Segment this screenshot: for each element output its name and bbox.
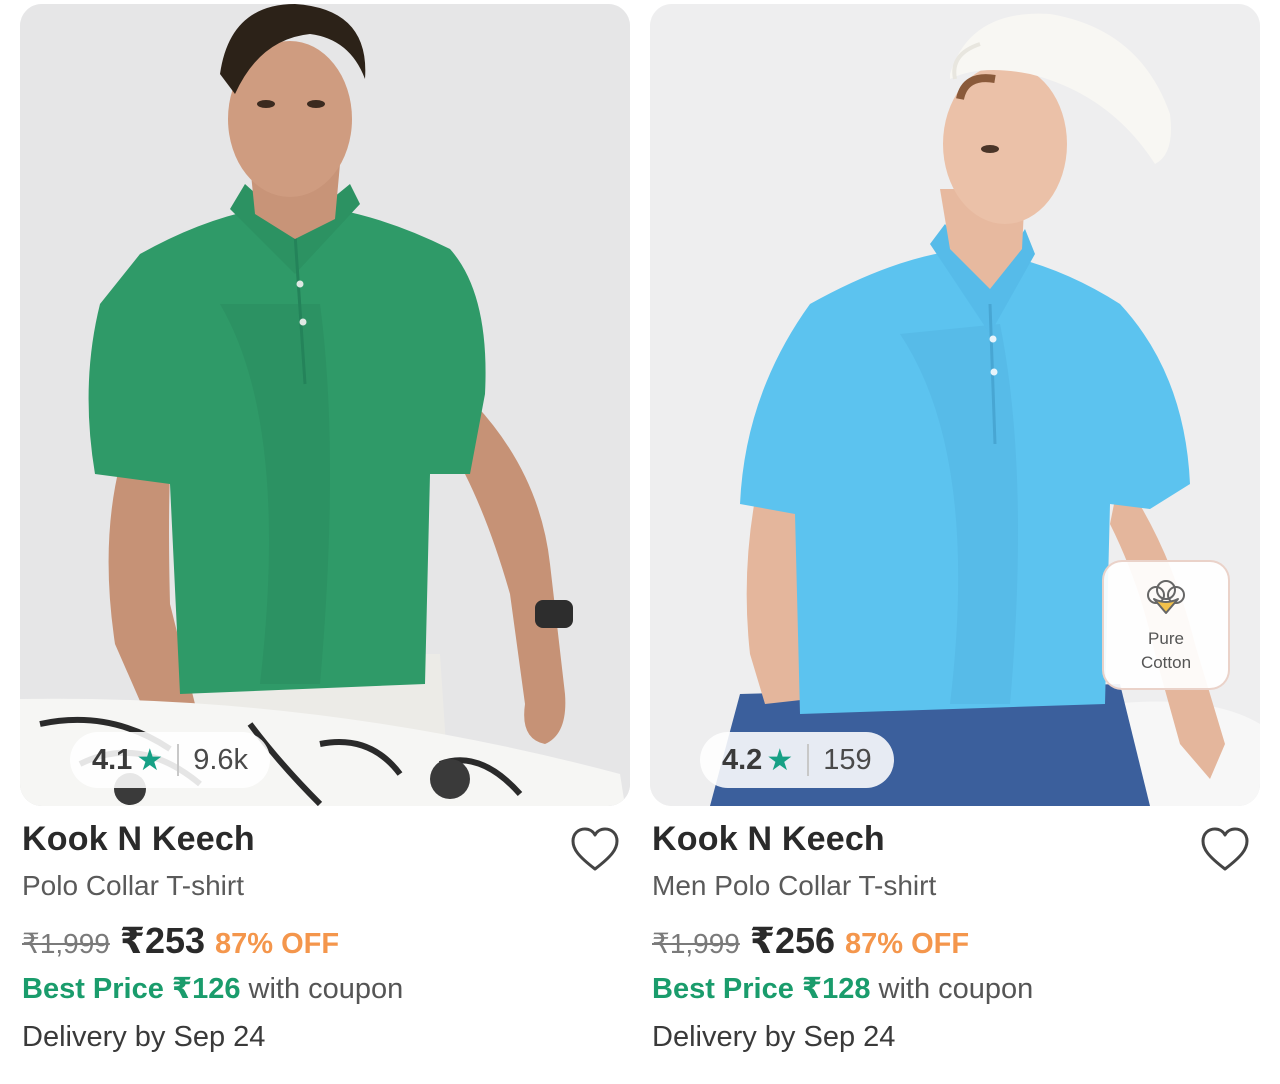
best-price-label: Best Price ₹126	[22, 973, 241, 1005]
rating-count: 9.6k	[193, 743, 249, 776]
best-price-suffix: with coupon	[240, 973, 404, 1005]
brand-name[interactable]: Kook N Keech	[652, 820, 885, 859]
rating-pill: 4.2 ★ 159	[700, 732, 894, 788]
best-price-label: Best Price ₹128	[652, 973, 871, 1005]
product-name[interactable]: Men Polo Collar T-shirt	[652, 870, 936, 902]
price-row: ₹1,999 ₹253 87% OFF	[22, 920, 339, 962]
heart-icon[interactable]	[568, 823, 622, 877]
delivery-date: Delivery by Sep 24	[652, 1021, 896, 1053]
rating-pill: 4.1 ★ 9.6k	[70, 732, 271, 788]
discount-badge: 87% OFF	[215, 928, 340, 960]
best-price-line: Best Price ₹126 with coupon	[22, 971, 403, 1006]
fabric-badge: Pure Cotton	[1102, 560, 1230, 690]
brand-name[interactable]: Kook N Keech	[22, 820, 255, 859]
mrp: ₹1,999	[22, 928, 110, 959]
selling-price: ₹253	[119, 920, 206, 961]
product-card[interactable]: Pure Cotton 4.2 ★ 159 Kook N Keech Men P…	[650, 0, 1260, 1084]
rating-divider	[807, 744, 810, 776]
rating-value: 4.2 ★	[722, 743, 794, 777]
price-row: ₹1,999 ₹256 87% OFF	[652, 920, 969, 962]
best-price-line: Best Price ₹128 with coupon	[652, 971, 1033, 1006]
delivery-date: Delivery by Sep 24	[22, 1021, 266, 1053]
selling-price: ₹256	[749, 920, 836, 961]
mrp: ₹1,999	[652, 928, 740, 959]
rating-divider	[177, 744, 180, 776]
discount-badge: 87% OFF	[845, 928, 970, 960]
star-icon: ★	[136, 743, 164, 777]
heart-icon[interactable]	[1198, 823, 1252, 877]
best-price-suffix: with coupon	[870, 973, 1034, 1005]
fabric-line2: Cotton	[1140, 653, 1192, 672]
cotton-flower-icon	[1147, 580, 1185, 614]
product-card[interactable]: 4.1 ★ 9.6k Kook N Keech Polo Collar T-sh…	[20, 0, 630, 1084]
product-photo-green-polo	[20, 4, 630, 806]
product-image[interactable]: 4.1 ★ 9.6k	[20, 4, 630, 806]
rating-count: 159	[823, 743, 872, 776]
star-icon: ★	[766, 743, 794, 777]
product-image[interactable]: Pure Cotton 4.2 ★ 159	[650, 4, 1260, 806]
fabric-line1: Pure	[1148, 629, 1184, 648]
product-name[interactable]: Polo Collar T-shirt	[22, 870, 244, 902]
rating-value: 4.1 ★	[92, 743, 164, 777]
